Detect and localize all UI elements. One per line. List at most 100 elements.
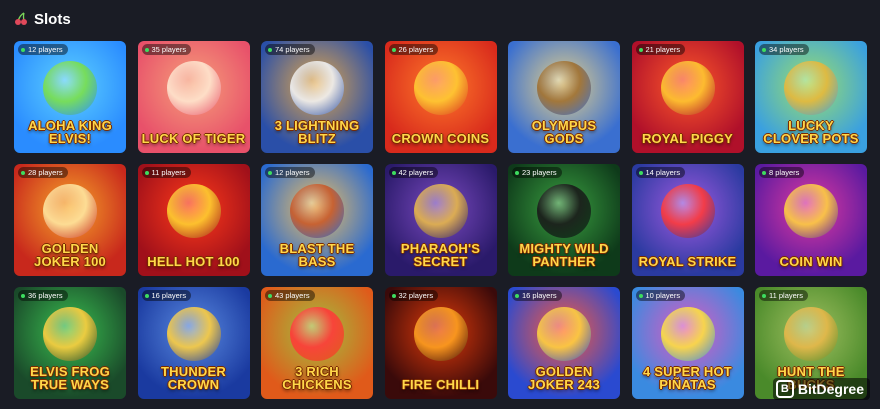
bitdegree-logo-icon: B	[775, 380, 794, 398]
player-count-badge: 32 players	[388, 290, 439, 301]
game-tile[interactable]: 28 players Golden Joker 100	[14, 164, 126, 276]
game-tile[interactable]: 36 players Elvis Frog True Ways	[14, 287, 126, 399]
game-character	[290, 184, 344, 238]
watermark: B BitDegree	[772, 378, 870, 400]
game-character	[784, 61, 838, 115]
player-count-badge: 35 players	[141, 44, 192, 55]
game-tile[interactable]: 26 players Crown Coins	[384, 41, 497, 153]
game-title: Olympus Gods	[531, 118, 597, 146]
online-dot-icon	[638, 47, 643, 52]
game-character	[413, 61, 468, 115]
game-tile[interactable]: 32 players Fire Chilli	[384, 287, 497, 399]
online-dot-icon	[268, 170, 272, 175]
online-dot-icon	[144, 47, 149, 52]
game-tile[interactable]: 11 players Hell Hot 100	[137, 164, 250, 276]
game-tile[interactable]: 16 players Thunder Crown	[137, 287, 250, 399]
player-count-label: 11 players	[769, 291, 804, 300]
player-count-badge: 12 players	[18, 44, 68, 55]
online-dot-icon	[762, 170, 766, 175]
player-count-label: 28 players	[28, 168, 63, 177]
game-title: 3 Lightning Blitz	[274, 118, 360, 146]
game-character	[290, 61, 344, 115]
section-title: Slots	[34, 10, 71, 28]
game-character	[166, 61, 221, 115]
game-tile[interactable]: 12 players Blast the Bass	[261, 164, 373, 276]
player-count-badge: 8 players	[759, 167, 805, 178]
online-dot-icon	[21, 293, 25, 298]
player-count-badge: 21 players	[635, 44, 686, 55]
game-tile[interactable]: 12 players Aloha King Elvis!	[14, 41, 126, 153]
game-title: Royal Strike	[638, 254, 737, 269]
player-count-label: 42 players	[398, 168, 434, 177]
game-title: Mighty Wild Panther	[519, 241, 609, 269]
game-character	[290, 307, 344, 361]
game-title: Elvis Frog True Ways	[30, 364, 110, 392]
player-count-badge: 10 players	[635, 290, 686, 301]
player-count-badge: 26 players	[388, 44, 439, 55]
player-count-badge: 14 players	[635, 167, 686, 178]
online-dot-icon	[762, 47, 766, 52]
online-dot-icon	[638, 170, 643, 175]
online-dot-icon	[21, 170, 25, 175]
game-title: Lucky Clover Pots	[763, 118, 859, 146]
player-count-label: 14 players	[645, 168, 681, 177]
player-count-badge: 43 players	[265, 290, 315, 301]
online-dot-icon	[21, 47, 25, 52]
player-count-badge: 36 players	[18, 290, 68, 301]
game-title: Crown Coins	[391, 131, 490, 146]
player-count-label: 35 players	[151, 45, 187, 54]
game-character	[784, 184, 838, 238]
player-count-badge: 23 players	[512, 167, 562, 178]
player-count-label: 36 players	[28, 291, 63, 300]
player-count-badge: 12 players	[265, 167, 315, 178]
cherries-icon	[14, 12, 28, 26]
slot-game-grid: 12 players Aloha King Elvis! 35 players Luc…	[14, 41, 867, 399]
player-count-badge: 28 players	[18, 167, 68, 178]
game-tile[interactable]: 35 players Luck of Tiger	[137, 41, 250, 153]
game-tile[interactable]: 8 players Coin Win	[755, 164, 867, 276]
player-count-badge: 11 players	[141, 167, 191, 178]
game-character	[413, 184, 468, 238]
game-tile[interactable]: 43 players 3 Rich Chickens	[261, 287, 373, 399]
player-count-badge: 16 players	[141, 290, 192, 301]
game-tile[interactable]: 42 players Pharaoh's Secret	[384, 164, 497, 276]
game-title: 3 Rich Chickens	[282, 364, 352, 392]
game-title: Hell Hot 100	[147, 254, 240, 269]
game-tile[interactable]: 21 players Royal Piggy	[631, 41, 744, 153]
game-tile[interactable]: 74 players 3 Lightning Blitz	[261, 41, 373, 153]
game-title: Coin Win	[779, 254, 843, 269]
game-character	[43, 61, 97, 115]
game-title: Thunder Crown	[161, 364, 226, 392]
player-count-label: 21 players	[645, 45, 681, 54]
game-character	[660, 61, 715, 115]
player-count-label: 34 players	[769, 45, 804, 54]
player-count-label: 12 players	[275, 168, 310, 177]
game-character	[537, 184, 591, 238]
game-character	[43, 307, 97, 361]
online-dot-icon	[391, 170, 396, 175]
online-dot-icon	[515, 170, 519, 175]
game-character	[537, 61, 591, 115]
section-header: Slots	[14, 9, 71, 29]
player-count-label: 43 players	[275, 291, 310, 300]
player-count-label: 74 players	[275, 45, 310, 54]
player-count-label: 23 players	[522, 168, 557, 177]
player-count-label: 16 players	[522, 291, 557, 300]
game-tile[interactable]: 16 players Golden Joker 243	[508, 287, 620, 399]
online-dot-icon	[268, 293, 272, 298]
game-tile[interactable]: 34 players Lucky Clover Pots	[755, 41, 867, 153]
game-tile[interactable]: 14 players Royal Strike	[631, 164, 744, 276]
player-count-label: 12 players	[28, 45, 63, 54]
game-title: Royal Piggy	[641, 131, 734, 146]
game-tile[interactable]: 10 players 4 Super Hot Piñatas	[631, 287, 744, 399]
player-count-label: 16 players	[151, 291, 187, 300]
game-tile[interactable]: 23 players Mighty Wild Panther	[508, 164, 620, 276]
player-count-label: 8 players	[769, 168, 800, 177]
game-character	[660, 307, 715, 361]
game-title: Golden Joker 243	[528, 364, 600, 392]
player-count-label: 26 players	[398, 45, 434, 54]
game-character	[660, 184, 715, 238]
player-count-label: 10 players	[645, 291, 681, 300]
game-tile[interactable]: Olympus Gods	[508, 41, 620, 153]
online-dot-icon	[638, 293, 643, 298]
